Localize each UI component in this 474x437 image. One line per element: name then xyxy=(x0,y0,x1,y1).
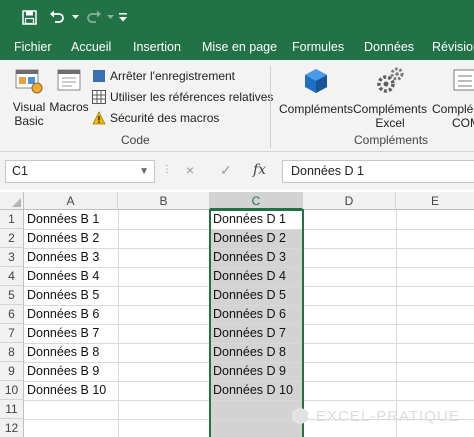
visual-basic-label-1: Visual xyxy=(12,100,46,114)
stop-record-icon xyxy=(93,69,105,82)
name-box-value: C1 xyxy=(12,164,28,178)
cell-a7[interactable]: Données B 7 xyxy=(24,324,118,342)
row-header[interactable]: 8 xyxy=(0,343,24,362)
row-header[interactable]: 2 xyxy=(0,229,24,248)
addins-label: Compléments xyxy=(278,102,354,116)
addins-icon xyxy=(305,69,327,93)
cell-a8[interactable]: Données B 8 xyxy=(24,343,118,361)
tab-fichier[interactable]: Fichier xyxy=(14,34,52,60)
watermark-logo-icon xyxy=(292,407,308,425)
watermark: EXCEL-PRATIQUE xyxy=(290,405,470,427)
cancel-icon[interactable]: × xyxy=(186,162,194,178)
cell-a2[interactable]: Données B 2 xyxy=(24,229,118,247)
row-header[interactable]: 9 xyxy=(0,362,24,381)
visual-basic-label-2: Basic xyxy=(14,114,44,128)
insert-function-icon[interactable]: fx xyxy=(253,162,266,178)
resize-handle-icon[interactable]: ⋮ xyxy=(162,164,172,175)
warning-icon xyxy=(92,110,106,124)
code-group-label: Code xyxy=(121,133,150,147)
row-header[interactable]: 1 xyxy=(0,210,24,229)
cell-a10[interactable]: Données B 10 xyxy=(24,381,118,399)
addins-group-label: Compléments xyxy=(354,133,429,147)
row-header[interactable]: 10 xyxy=(0,381,24,400)
formula-bar: C1 ▼ ⋮ × ✓ fx Données D 1 xyxy=(0,152,474,190)
ribbon-separator xyxy=(270,66,271,148)
macro-security-label: Sécurité des macros xyxy=(110,110,220,125)
enter-icon[interactable]: ✓ xyxy=(220,162,232,179)
watermark-text: EXCEL-PRATIQUE xyxy=(316,407,460,425)
tab-insertion[interactable]: Insertion xyxy=(133,34,181,60)
excel-addins-label-2: Excel xyxy=(375,116,405,130)
row-header[interactable]: 11 xyxy=(0,400,24,419)
relative-references-label: Utiliser les références relatives xyxy=(110,89,274,104)
macro-security-button[interactable]: Sécurité des macros xyxy=(92,108,219,127)
row-header[interactable]: 4 xyxy=(0,267,24,286)
cell-a4[interactable]: Données B 4 xyxy=(24,267,118,285)
chevron-down-icon[interactable]: ▼ xyxy=(139,161,149,182)
redo-icon[interactable] xyxy=(84,6,104,28)
row-header[interactable]: 6 xyxy=(0,305,24,324)
cell-a9[interactable]: Données B 9 xyxy=(24,362,118,380)
relative-references-button[interactable]: Utiliser les références relatives xyxy=(92,87,273,106)
worksheet-grid: A B C D E 1 2 3 4 5 6 7 8 9 10 11 12 Don… xyxy=(0,192,474,437)
selection-border xyxy=(209,209,304,437)
macros-icon xyxy=(57,69,81,91)
formula-input[interactable]: Données D 1 xyxy=(282,160,474,183)
tab-formules[interactable]: Formules xyxy=(292,34,344,60)
com-addins-button[interactable]: Complé COM xyxy=(430,66,474,130)
tab-donnees[interactable]: Données xyxy=(364,34,414,60)
com-addins-label-1: Complé xyxy=(432,102,474,116)
row-header[interactable]: 5 xyxy=(0,286,24,305)
save-icon[interactable] xyxy=(18,6,40,28)
macros-button[interactable]: Macros xyxy=(48,66,90,114)
column-header-a[interactable]: A xyxy=(24,192,118,210)
column-header-e[interactable]: E xyxy=(396,192,474,210)
macros-label: Macros xyxy=(49,100,89,114)
column-header-d[interactable]: D xyxy=(303,192,396,210)
tab-revision[interactable]: Révision xyxy=(432,34,474,60)
excel-addins-button[interactable]: Compléments Excel xyxy=(352,66,428,130)
record-macro-label: Arrêter l'enregistrement xyxy=(110,68,236,83)
record-macro-button[interactable]: Arrêter l'enregistrement xyxy=(92,66,235,85)
undo-dropdown-icon[interactable] xyxy=(70,6,80,28)
column-header-b[interactable]: B xyxy=(118,192,210,210)
visual-basic-button[interactable]: Visual Basic xyxy=(6,66,52,128)
row-header[interactable]: 7 xyxy=(0,324,24,343)
ribbon-tabs: Fichier Accueil Insertion Mise en page F… xyxy=(0,34,474,60)
column-header-c[interactable]: C xyxy=(210,192,303,210)
com-addins-label-2: COM xyxy=(452,116,474,130)
select-all-button[interactable] xyxy=(0,192,24,210)
cell-a5[interactable]: Données B 5 xyxy=(24,286,118,304)
customize-icon[interactable] xyxy=(116,6,130,28)
title-bar xyxy=(0,0,474,34)
relative-references-icon xyxy=(92,89,106,104)
tab-accueil[interactable]: Accueil xyxy=(71,34,111,60)
addins-button[interactable]: Compléments xyxy=(278,66,354,116)
gears-icon xyxy=(377,67,404,93)
row-header[interactable]: 12 xyxy=(0,419,24,437)
ribbon: Visual Basic Macros Arrêter l'enregistre… xyxy=(0,60,474,152)
cell-a6[interactable]: Données B 6 xyxy=(24,305,118,323)
excel-addins-label-1: Compléments xyxy=(352,102,428,116)
cell-a3[interactable]: Données B 3 xyxy=(24,248,118,266)
visual-basic-icon xyxy=(15,69,43,94)
redo-dropdown-icon[interactable] xyxy=(105,6,115,28)
tab-mise-en-page[interactable]: Mise en page xyxy=(202,34,277,60)
undo-icon[interactable] xyxy=(46,6,68,28)
com-addins-icon xyxy=(453,69,474,91)
name-box[interactable]: C1 ▼ xyxy=(5,160,155,183)
cell-a1[interactable]: Données B 1 xyxy=(24,210,118,228)
row-header[interactable]: 3 xyxy=(0,248,24,267)
